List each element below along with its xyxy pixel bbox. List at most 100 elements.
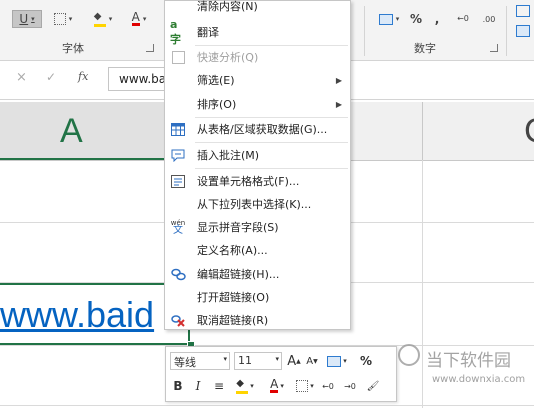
increase-decimal-button[interactable]: ←0: [318, 377, 338, 395]
bold-button[interactable]: B: [170, 377, 186, 395]
decrease-decimal-icon: →0: [344, 381, 356, 391]
chevron-down-icon: ▾: [275, 355, 279, 363]
menu-item-quick-analysis: 快速分析(Q): [165, 46, 350, 68]
caret-down-icon: ▼: [313, 357, 318, 365]
format-as-table-button[interactable]: [514, 22, 532, 40]
enter-icon[interactable]: ✓: [46, 70, 56, 84]
insert-function-icon[interactable]: fx: [78, 70, 88, 83]
menu-item-insert-comment[interactable]: 插入批注(M): [165, 144, 350, 166]
menu-item-sort[interactable]: 排序(O) ▶: [165, 93, 350, 115]
hyperlink-cell-text[interactable]: www.baid: [0, 294, 154, 336]
shrink-font-button[interactable]: A ▼: [304, 352, 320, 370]
decrease-decimal-button[interactable]: .00: [478, 10, 500, 28]
increase-decimal-button[interactable]: ←0: [452, 10, 474, 28]
chevron-down-icon: ▾: [343, 357, 347, 365]
column-divider: [422, 102, 423, 160]
chevron-down-icon: ▾: [108, 15, 113, 23]
conditional-format-button[interactable]: [514, 2, 532, 20]
menu-item-format-cells[interactable]: 设置单元格格式(F)...: [165, 170, 350, 192]
borders-icon: [296, 380, 309, 392]
currency-icon: [378, 13, 393, 25]
remove-link-icon: [170, 312, 186, 328]
context-menu: 清除内容(N) a字 翻译 快速分析(Q) 筛选(E) ▶ 排序(O) ▶ 从表…: [164, 0, 351, 330]
borders-icon: [53, 13, 66, 25]
percent-style-button[interactable]: %: [358, 352, 374, 370]
watermark: 当下软件园 www.downxia.com: [396, 338, 534, 408]
font-color-button[interactable]: A ▾: [264, 377, 290, 395]
chevron-down-icon: ▾: [395, 15, 400, 23]
menu-item-remove-hyperlink[interactable]: 取消超链接(R): [165, 309, 350, 331]
chevron-down-icon: ▾: [31, 15, 35, 23]
menu-item-filter[interactable]: 筛选(E) ▶: [165, 69, 350, 91]
font-name-select[interactable]: 等线 ▾: [170, 352, 230, 370]
increase-decimal-icon: ←0: [322, 381, 334, 391]
column-c-label: C: [524, 112, 534, 151]
font-size-select[interactable]: 11 ▾: [234, 352, 282, 370]
underline-button[interactable]: U ▾: [12, 10, 42, 28]
menu-item-edit-hyperlink[interactable]: 编辑超链接(H)...: [165, 263, 350, 285]
format-cells-icon: [170, 173, 186, 189]
formula-controls: × ✓ fx: [4, 67, 102, 91]
fill-color-button[interactable]: ◆ ▾: [232, 377, 258, 395]
menu-item-open-hyperlink[interactable]: 打开超链接(O): [165, 286, 350, 308]
number-group-label: 数字: [414, 42, 436, 55]
italic-button[interactable]: I: [190, 377, 206, 395]
format-painter-button[interactable]: 🖌: [364, 377, 382, 395]
menu-item-get-data-from-table[interactable]: 从表格/区域获取数据(G)...: [165, 118, 350, 140]
currency-icon: [327, 355, 342, 367]
accounting-format-button[interactable]: ▾: [374, 10, 404, 28]
translate-icon: a字: [170, 17, 181, 46]
font-dialog-launcher-icon[interactable]: [146, 44, 154, 52]
chevron-down-icon: ▾: [68, 15, 73, 23]
paint-bucket-icon: ◆: [236, 378, 249, 394]
column-header-a[interactable]: A: [0, 102, 165, 160]
font-color-button[interactable]: A ▾: [124, 10, 154, 28]
decrease-decimal-button[interactable]: →0: [340, 377, 360, 395]
fill-color-button[interactable]: ◆ ▾: [88, 10, 118, 28]
quick-analysis-icon: [170, 49, 186, 65]
submenu-arrow-icon: ▶: [335, 99, 342, 109]
formula-content: www.ba: [119, 72, 167, 86]
chevron-down-icon: ▾: [280, 382, 284, 390]
caret-up-icon: ▲: [296, 357, 301, 365]
menu-item-define-name[interactable]: 定义名称(A)...: [165, 239, 350, 261]
borders-button[interactable]: ▾: [50, 10, 76, 28]
comment-icon: [170, 147, 186, 163]
percent-style-button[interactable]: %: [408, 10, 424, 28]
table-icon: [170, 121, 186, 137]
menu-separator: [195, 142, 348, 143]
ribbon-separator: [364, 6, 365, 56]
align-center-icon: ≡: [213, 379, 225, 393]
mini-toolbar: 等线 ▾ 11 ▾ A ▲ A ▼ ▾ % B I ≡ ◆ ▾ A ▾ ▾ ←0 →0 …: [165, 346, 397, 402]
increase-decimal-icon: ←0: [457, 14, 469, 23]
menu-item-show-phonetic[interactable]: wén 文 显示拼音字段(S): [165, 216, 350, 238]
grow-font-button[interactable]: A ▲: [286, 352, 302, 370]
chevron-down-icon: ▾: [223, 355, 227, 363]
accounting-format-button[interactable]: ▾: [324, 352, 350, 370]
watermark-url: www.downxia.com: [432, 374, 526, 385]
formula-input[interactable]: www.ba: [108, 67, 168, 91]
ribbon-separator: [506, 6, 507, 56]
watermark-title: 当下软件园: [426, 351, 511, 371]
column-a-label: A: [60, 112, 83, 150]
format-table-icon: [516, 25, 530, 37]
number-dialog-launcher-icon[interactable]: [490, 44, 498, 52]
font-group-label: 字体: [62, 42, 84, 55]
paint-bucket-icon: ◆: [93, 11, 106, 27]
submenu-arrow-icon: ▶: [335, 75, 342, 85]
cancel-icon[interactable]: ×: [16, 70, 27, 85]
watermark-logo-icon: [398, 344, 420, 366]
menu-separator: [195, 168, 348, 169]
borders-button[interactable]: ▾: [294, 377, 316, 395]
chevron-down-icon: ▾: [310, 382, 314, 390]
menu-item-translate[interactable]: a字 翻译: [165, 17, 350, 46]
comma-style-button[interactable]: ,: [430, 10, 444, 28]
phonetic-icon: wén 文: [170, 219, 186, 236]
align-center-button[interactable]: ≡: [210, 377, 228, 395]
menu-item-clear-contents[interactable]: 清除内容(N): [165, 0, 350, 17]
chevron-down-icon: ▾: [250, 382, 254, 390]
decrease-decimal-icon: .00: [482, 14, 496, 24]
hyperlink-icon: [170, 266, 186, 282]
menu-item-pick-from-dropdown[interactable]: 从下拉列表中选择(K)...: [165, 193, 350, 215]
format-painter-icon: 🖌: [366, 380, 380, 392]
